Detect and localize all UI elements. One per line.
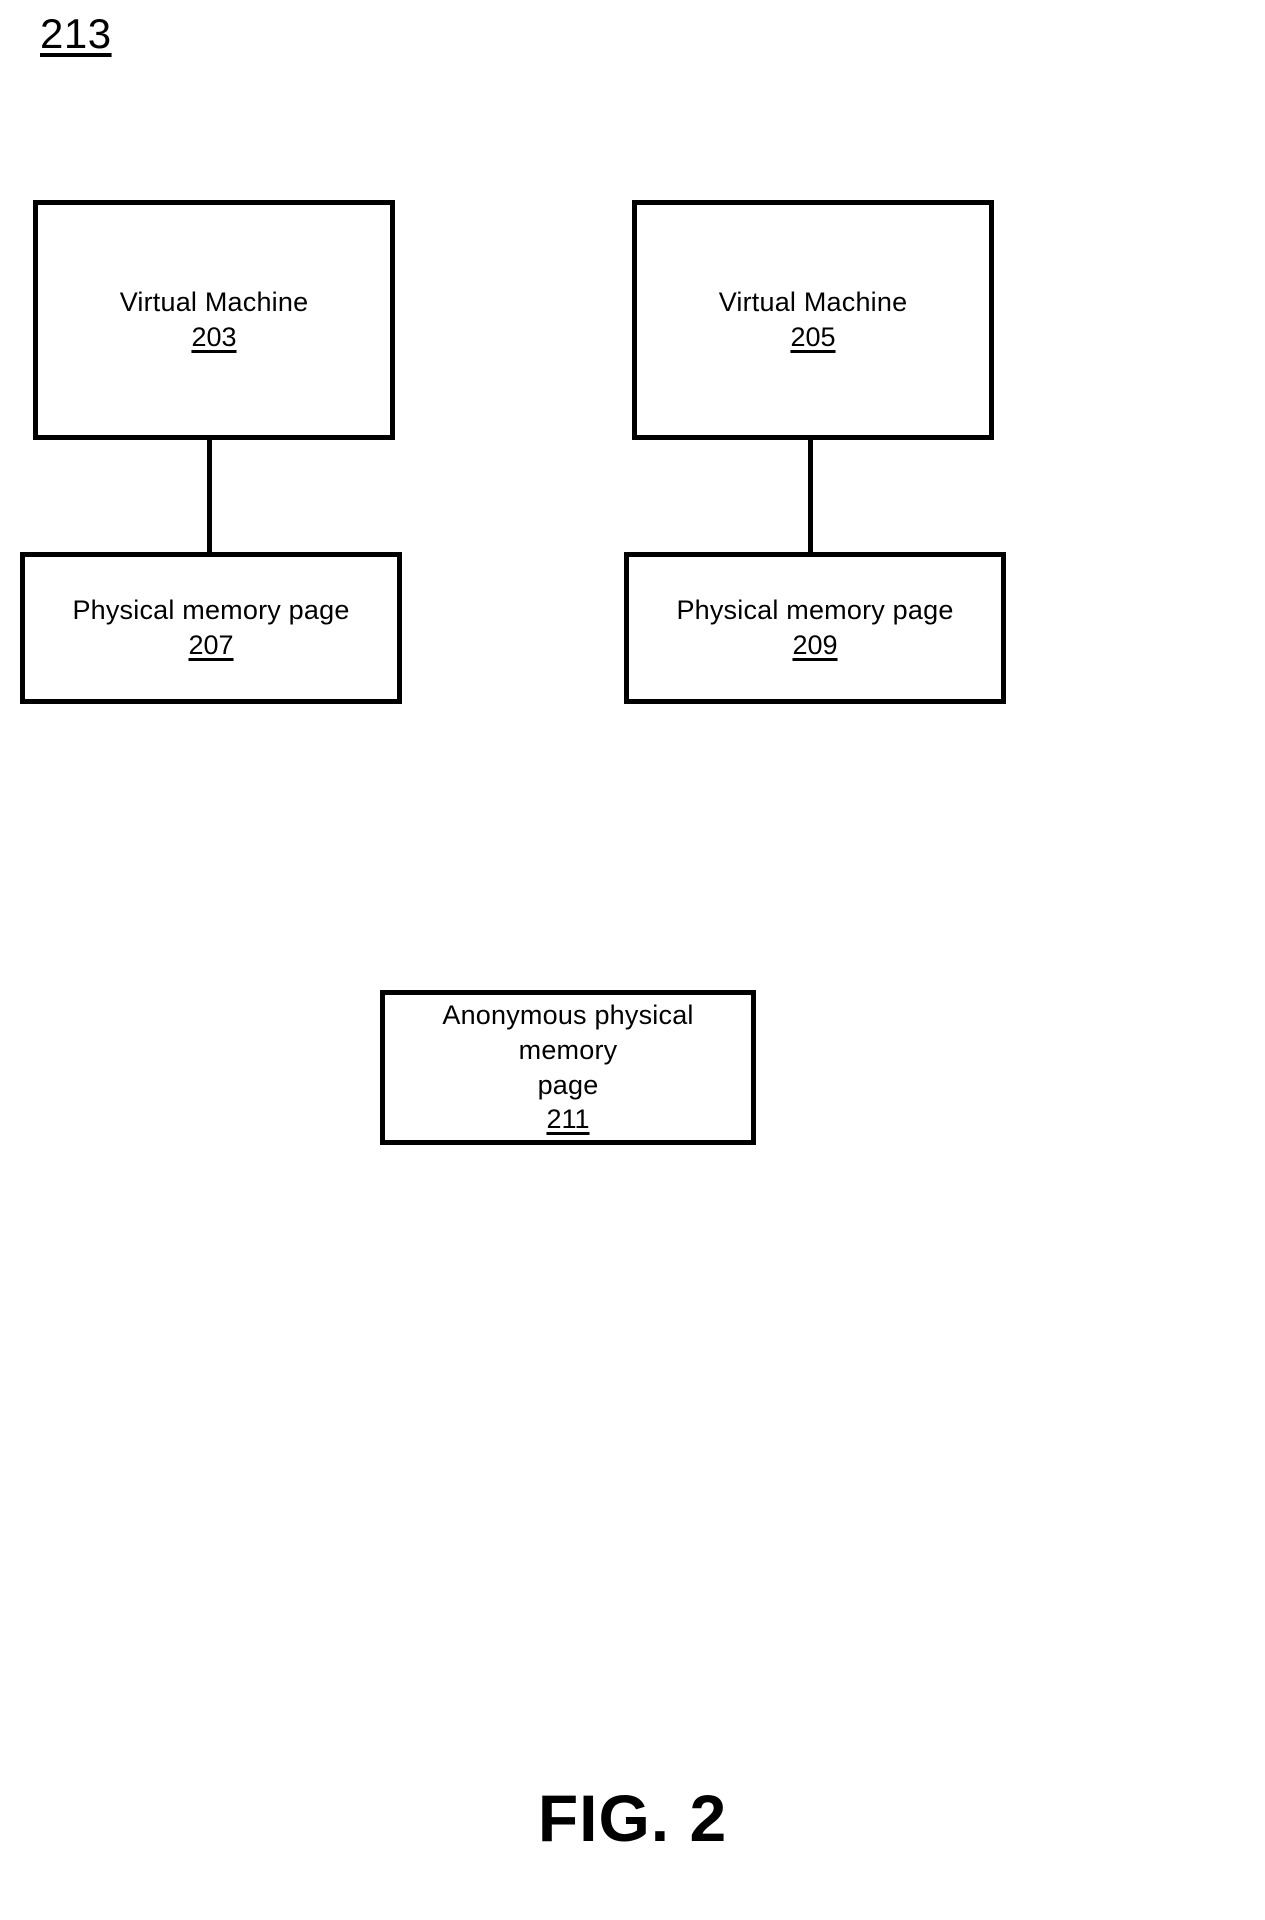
physical-memory-page-box-209-content: Physical memory page 209 [662, 593, 967, 662]
physical-memory-page-box-207: Physical memory page 207 [20, 552, 402, 704]
connector-vm205-to-page209 [808, 437, 813, 555]
virtual-machine-box-203-number: 203 [191, 322, 237, 352]
physical-memory-page-box-209-label: Physical memory page [676, 595, 954, 626]
physical-memory-page-box-207-content: Physical memory page 207 [58, 593, 363, 662]
virtual-machine-box-203-content: Virtual Machine 203 [106, 285, 323, 354]
figure-reference-numeral: 213 [40, 10, 112, 57]
virtual-machine-box-205-content: Virtual Machine 205 [705, 285, 922, 354]
physical-memory-page-box-207-label: Physical memory page [72, 595, 350, 626]
virtual-machine-box-203: Virtual Machine 203 [33, 200, 395, 440]
anonymous-physical-memory-page-box-211: Anonymous physical memory page 211 [380, 990, 756, 1145]
physical-memory-page-box-209: Physical memory page 209 [624, 552, 1006, 704]
physical-memory-page-box-209-number: 209 [792, 630, 838, 660]
virtual-machine-box-205-number: 205 [790, 322, 836, 352]
anonymous-physical-memory-page-box-211-number: 211 [546, 1104, 590, 1135]
patent-figure: 213 Virtual Machine 203 Physical memory … [0, 0, 1265, 1920]
virtual-machine-box-205: Virtual Machine 205 [632, 200, 994, 440]
figure-caption: FIG. 2 [537, 1781, 728, 1855]
virtual-machine-box-205-label: Virtual Machine [718, 287, 908, 318]
anonymous-physical-memory-page-box-211-content: Anonymous physical memory page 211 [385, 998, 751, 1136]
anonymous-physical-memory-page-box-211-label: Anonymous physical memory page [442, 1000, 694, 1100]
virtual-machine-box-203-label: Virtual Machine [119, 287, 309, 318]
connector-vm203-to-page207 [207, 437, 212, 555]
physical-memory-page-box-207-number: 207 [188, 630, 234, 660]
